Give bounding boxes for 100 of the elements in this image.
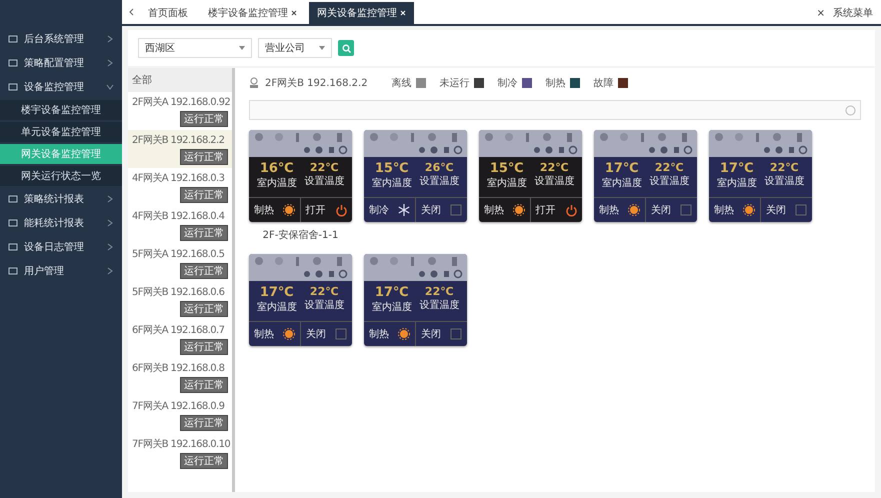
menu-item-icon xyxy=(8,218,18,228)
power-label: 打开 xyxy=(306,204,326,217)
room-temperature: 17℃ xyxy=(260,285,294,300)
room-temperature-label: 室内温度 xyxy=(486,176,527,190)
search-field[interactable] xyxy=(249,100,861,120)
room-temperature: 15℃ xyxy=(490,161,524,176)
set-temperature-label: 设置温度 xyxy=(764,174,804,188)
district-select[interactable]: 西湖区 xyxy=(138,38,252,58)
air-conditioner-card[interactable]: 17℃ 室内温度 22℃ 设置温度 制热 关闭 xyxy=(249,254,352,346)
card-caption: 2F-安保宿舍-1-1 xyxy=(262,228,338,242)
air-conditioner-card[interactable]: 15℃ 室内温度 26℃ 设置温度 制冷 关闭 xyxy=(364,130,467,222)
gateway-row[interactable]: 2F网关B 192.168.2.2 运行正常 xyxy=(128,130,232,168)
search-button[interactable] xyxy=(338,40,354,56)
air-conditioner-card[interactable]: 16℃ 室内温度 22℃ 设置温度 制热 打开 xyxy=(249,130,352,222)
tab[interactable]: 首页面板 xyxy=(140,2,196,24)
sidebar-subitem[interactable]: 单元设备监控管理 xyxy=(0,122,122,142)
gateway-row[interactable]: 7F网关B 192.168.0.10 运行正常 xyxy=(128,434,232,472)
set-temperature: 22℃ xyxy=(310,161,339,174)
sidebar-subitem[interactable]: 楼宇设备监控管理 xyxy=(0,100,122,120)
status-badge: 运行正常 xyxy=(180,377,228,393)
chevron-icon xyxy=(106,267,114,275)
gateway-row[interactable]: 4F网关A 192.168.0.3 运行正常 xyxy=(128,168,232,206)
close-all-tabs[interactable]: × xyxy=(816,8,825,18)
air-conditioner-card[interactable]: 17℃ 室内温度 22℃ 设置温度 制热 关闭 xyxy=(594,130,697,222)
mode-label: 制热 xyxy=(254,204,274,217)
sidebar-item[interactable]: 策略统计报表 xyxy=(0,188,122,210)
power-label: 关闭 xyxy=(766,204,786,217)
gateway-row[interactable]: 6F网关A 192.168.0.7 运行正常 xyxy=(128,320,232,358)
set-temperature: 22℃ xyxy=(424,285,454,298)
menu-item-icon xyxy=(8,58,18,68)
set-temperature: 22℃ xyxy=(540,161,569,174)
status-badge: 运行正常 xyxy=(180,263,228,279)
air-conditioner-card[interactable]: 17℃ 室内温度 22℃ 设置温度 制热 关闭 xyxy=(709,130,812,222)
menu-item-icon xyxy=(8,194,18,204)
power-icon[interactable] xyxy=(334,204,348,216)
air-conditioner-card[interactable]: 17℃ 室内温度 22℃ 设置温度 制热 关闭 xyxy=(364,254,467,346)
power-button-icon[interactable] xyxy=(795,204,808,216)
close-icon[interactable] xyxy=(291,10,297,16)
sidebar-item[interactable]: 策略配置管理 xyxy=(0,52,122,74)
status-badge: 运行正常 xyxy=(180,453,228,469)
mode-label: 制热 xyxy=(254,328,274,341)
set-temperature-label: 设置温度 xyxy=(419,174,460,188)
power-label: 关闭 xyxy=(420,204,441,217)
sidebar-item[interactable]: 设备日志管理 xyxy=(0,236,122,258)
gateway-row[interactable]: 6F网关B 192.168.0.8 运行正常 xyxy=(128,358,232,396)
set-temperature-label: 设置温度 xyxy=(304,174,344,188)
mode-label: 制冷 xyxy=(368,204,389,217)
chevron-icon xyxy=(106,35,114,43)
set-temperature: 22℃ xyxy=(770,161,799,174)
set-temperature-label: 设置温度 xyxy=(649,174,690,188)
caret-icon xyxy=(319,46,325,50)
list-header[interactable]: 全部 xyxy=(128,68,232,92)
status-badge: 运行正常 xyxy=(180,339,228,355)
sidebar-subitem[interactable]: 网关运行状态一览 xyxy=(0,166,122,186)
chevron-icon xyxy=(106,59,114,67)
power-button-icon[interactable] xyxy=(680,204,692,216)
menu-item-icon xyxy=(8,34,18,44)
chevron-icon xyxy=(106,219,114,227)
chevron-icon xyxy=(106,243,114,251)
menu-item-icon xyxy=(8,242,18,252)
system-menu[interactable]: 系统菜单 xyxy=(833,6,873,20)
power-label: 关闭 xyxy=(650,204,671,217)
sidebar-item[interactable]: 设备监控管理 xyxy=(0,76,122,98)
gateway-row[interactable]: 4F网关B 192.168.0.4 运行正常 xyxy=(128,206,232,244)
tab[interactable]: 网关设备监控管理 xyxy=(309,2,414,24)
gateway-row[interactable]: 5F网关B 192.168.0.6 运行正常 xyxy=(128,282,232,320)
set-temperature: 26℃ xyxy=(424,161,454,174)
sidebar-item[interactable]: 用户管理 xyxy=(0,260,122,282)
set-temperature-label: 设置温度 xyxy=(534,174,574,188)
gateway-row[interactable]: 7F网关A 192.168.0.9 运行正常 xyxy=(128,396,232,434)
room-temperature: 17℃ xyxy=(604,161,639,176)
back-icon[interactable] xyxy=(128,8,136,16)
caret-icon xyxy=(239,46,245,50)
clear-icon[interactable] xyxy=(845,104,856,116)
legend-label: 制冷 xyxy=(498,76,518,90)
sidebar-item[interactable]: 后台系统管理 xyxy=(0,28,122,50)
company-select[interactable]: 营业公司 xyxy=(258,38,332,58)
power-button-icon[interactable] xyxy=(335,328,348,340)
search-icon xyxy=(342,44,350,52)
gateway-row[interactable]: 2F网关A 192.168.0.92 运行正常 xyxy=(128,92,232,130)
legend-label: 制热 xyxy=(546,76,566,90)
power-label: 关闭 xyxy=(306,328,326,341)
sidebar-item[interactable]: 能耗统计报表 xyxy=(0,212,122,234)
air-conditioner-card[interactable]: 15℃ 室内温度 22℃ 设置温度 制热 打开 xyxy=(479,130,582,222)
room-temperature: 17℃ xyxy=(374,285,409,300)
tab[interactable]: 楼宇设备监控管理 xyxy=(200,2,305,24)
set-temperature: 22℃ xyxy=(654,161,684,174)
sun-icon xyxy=(513,204,526,216)
gateway-row[interactable]: 5F网关A 192.168.0.5 运行正常 xyxy=(128,244,232,282)
room-temperature: 16℃ xyxy=(260,161,294,176)
power-button-icon[interactable] xyxy=(450,328,462,340)
power-button-icon[interactable] xyxy=(450,204,462,216)
room-temperature-label: 室内温度 xyxy=(372,300,412,314)
menu-item-icon xyxy=(8,82,18,92)
set-temperature: 22℃ xyxy=(310,285,339,298)
mode-label: 制热 xyxy=(368,328,389,341)
status-badge: 运行正常 xyxy=(180,149,228,165)
room-temperature-label: 室内温度 xyxy=(372,176,412,190)
power-icon[interactable] xyxy=(564,204,578,216)
set-temperature-label: 设置温度 xyxy=(304,298,344,312)
